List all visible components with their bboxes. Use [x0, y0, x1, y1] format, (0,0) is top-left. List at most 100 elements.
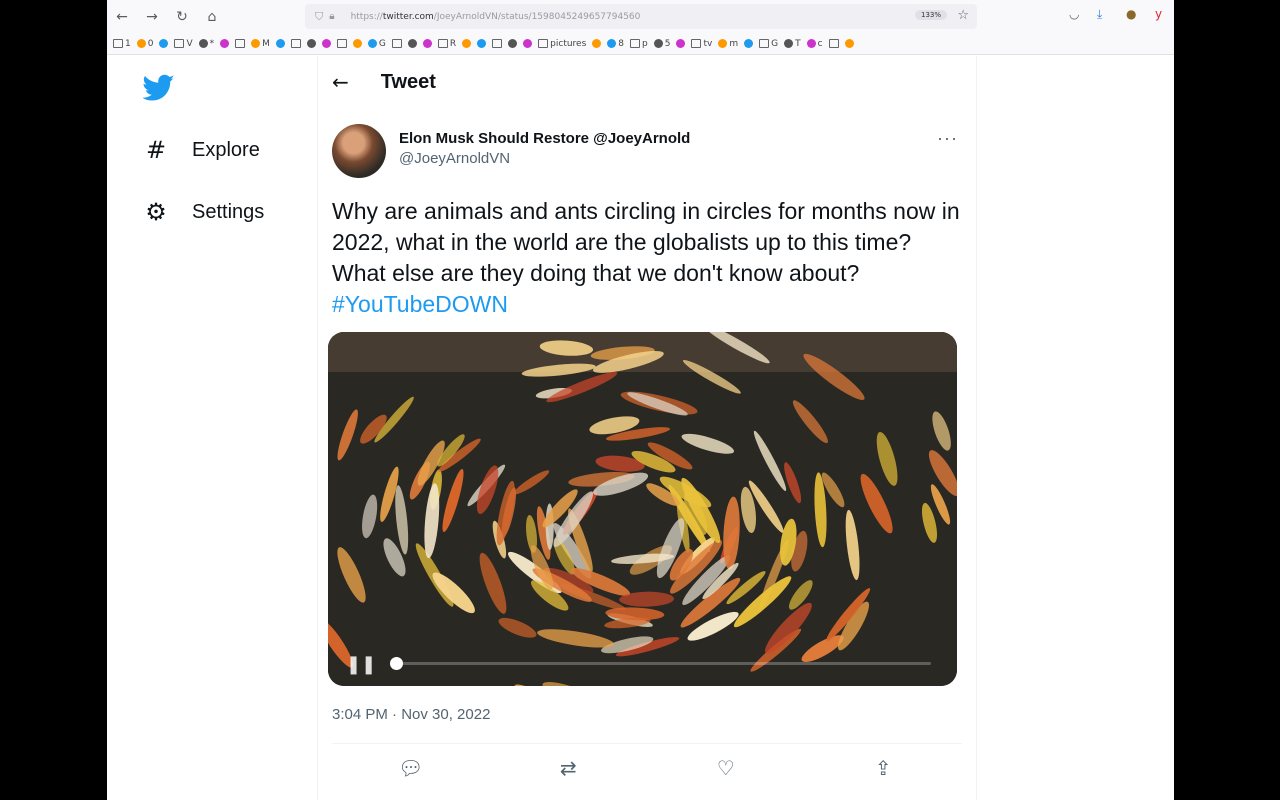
bookmark-item[interactable] — [321, 39, 331, 48]
display-name[interactable]: Elon Musk Should Restore @JoeyArnold — [399, 130, 690, 147]
hashtag-icon: # — [145, 136, 167, 164]
pause-icon[interactable]: ❚❚ — [346, 654, 376, 675]
video-progress-bar[interactable] — [390, 657, 931, 670]
bookmark-item[interactable]: M — [251, 39, 270, 49]
back-arrow-icon[interactable]: ← — [107, 9, 137, 25]
bookmark-label: c — [817, 38, 823, 49]
bookmark-label: pictures — [550, 38, 587, 49]
bookmark-star-icon[interactable]: ☆ — [957, 8, 969, 23]
bookmark-item[interactable] — [462, 39, 472, 48]
bookmark-item[interactable]: tv — [691, 39, 712, 49]
bookmark-item[interactable] — [744, 39, 754, 48]
bookmark-icon — [407, 39, 417, 48]
bookmark-icon — [691, 39, 702, 48]
bookmarks-bar: 1 0 V * M G Rpictures 8 p 5 tv m G Tc — [107, 33, 1174, 55]
bookmark-icon — [523, 39, 533, 48]
bookmark-item[interactable] — [159, 39, 169, 48]
bookmark-item[interactable] — [352, 39, 362, 48]
bookmark-item[interactable]: m — [718, 39, 738, 49]
bookmark-icon — [492, 39, 503, 48]
bookmark-item[interactable]: pictures — [538, 39, 586, 49]
bookmark-label: M — [262, 38, 270, 49]
share-icon[interactable]: ⇪ — [863, 756, 903, 780]
retweet-icon[interactable]: ⇄ — [548, 756, 588, 780]
bookmark-label: 8 — [618, 38, 625, 49]
bookmark-item[interactable]: R — [437, 39, 456, 49]
forward-arrow-icon[interactable]: → — [137, 9, 167, 25]
author-names: Elon Musk Should Restore @JoeyArnold @Jo… — [399, 130, 690, 178]
url-bar[interactable]: ⛉ 🔒︎ https:// twitter.com /JoeyArnoldVN/… — [305, 4, 977, 29]
bookmark-icon — [462, 39, 472, 48]
bookmark-item[interactable] — [676, 39, 686, 48]
bookmark-item[interactable] — [508, 39, 518, 48]
bookmark-item[interactable] — [235, 39, 246, 48]
bookmark-item[interactable] — [844, 39, 854, 48]
video-progress-handle[interactable] — [390, 657, 403, 670]
bookmark-item[interactable] — [306, 39, 316, 48]
reply-icon[interactable]: 💬︎ — [391, 756, 431, 780]
twitter-logo-icon[interactable] — [142, 74, 175, 107]
extension-icon[interactable]: ● — [1126, 7, 1136, 21]
home-icon[interactable]: ⌂ — [197, 9, 227, 25]
page-title: Tweet — [380, 70, 436, 93]
bookmark-label: p — [642, 38, 648, 49]
bookmark-item[interactable] — [492, 39, 503, 48]
bookmark-item[interactable] — [220, 39, 230, 48]
bookmark-item[interactable]: c — [806, 38, 823, 49]
hashtag-link[interactable]: #YouTubeDOWN — [332, 291, 508, 317]
bookmark-label: tv — [703, 38, 713, 49]
back-arrow-icon[interactable]: ← — [332, 70, 349, 94]
browser-window: ← → ↻ ⌂ ⛉ 🔒︎ https:// twitter.com /JoeyA… — [107, 0, 1174, 800]
bookmark-item[interactable]: p — [630, 39, 648, 49]
bookmark-label: m — [729, 38, 739, 49]
reload-icon[interactable]: ↻ — [167, 9, 197, 25]
bookmark-item[interactable] — [275, 39, 285, 48]
tweet-body: Why are animals and ants circling in cir… — [332, 198, 960, 286]
bookmark-item[interactable] — [407, 39, 417, 48]
bookmark-item[interactable]: 8 — [607, 39, 624, 49]
user-handle[interactable]: @JoeyArnoldVN — [399, 150, 690, 167]
tweet-video[interactable]: ❚❚ — [328, 332, 957, 686]
bookmark-icon — [630, 39, 641, 48]
like-icon[interactable]: ♡ — [706, 756, 746, 780]
url-prefix: https:// — [350, 11, 383, 22]
bookmark-item[interactable]: G — [759, 39, 778, 49]
bookmark-icon — [352, 39, 362, 48]
bookmark-item[interactable]: G — [367, 39, 386, 49]
bookmark-item[interactable] — [523, 39, 533, 48]
bookmark-item[interactable]: V — [174, 39, 193, 49]
bookmark-item[interactable]: T — [784, 39, 801, 49]
avatar[interactable] — [332, 124, 386, 178]
bookmark-icon — [508, 39, 518, 48]
bookmark-item[interactable] — [592, 39, 602, 48]
bookmark-label: 0 — [147, 38, 154, 49]
bookmark-item[interactable]: 0 — [136, 38, 154, 49]
bookmark-item[interactable]: 1 — [113, 39, 131, 49]
bookmark-item[interactable]: * — [198, 39, 214, 49]
profile-icon[interactable]: y — [1155, 7, 1162, 21]
bookmark-item[interactable] — [290, 39, 301, 48]
bookmark-icon — [538, 39, 549, 48]
sidebar-item-explore[interactable]: # Explore — [143, 136, 260, 164]
sidebar-item-settings[interactable]: ⚙ Settings — [143, 198, 264, 226]
pocket-icon[interactable]: ◡ — [1069, 7, 1079, 21]
more-options-icon[interactable]: ··· — [937, 128, 958, 149]
bookmark-item[interactable] — [477, 39, 487, 48]
bookmark-icon — [422, 39, 432, 48]
bookmark-icon — [828, 39, 839, 48]
bookmark-item[interactable]: 5 — [653, 39, 670, 49]
zoom-level[interactable]: 133% — [914, 10, 947, 20]
bookmark-item[interactable] — [336, 39, 347, 48]
shield-icon: ⛉ — [315, 9, 324, 23]
bookmark-icon — [251, 39, 261, 48]
bookmark-item[interactable] — [828, 39, 839, 48]
bookmark-icon — [653, 39, 663, 48]
bookmark-item[interactable] — [422, 39, 432, 48]
bookmark-item[interactable] — [391, 39, 402, 48]
tweet-timestamp[interactable]: 3:04 PM · Nov 30, 2022 — [332, 706, 490, 723]
main-column: ← Tweet Elon Musk Should Restore @JoeyAr… — [317, 56, 977, 800]
bookmark-icon — [806, 39, 816, 48]
bookmark-icon — [275, 39, 285, 48]
bookmark-icon — [676, 39, 686, 48]
download-icon[interactable]: ⤓ — [1097, 7, 1102, 22]
